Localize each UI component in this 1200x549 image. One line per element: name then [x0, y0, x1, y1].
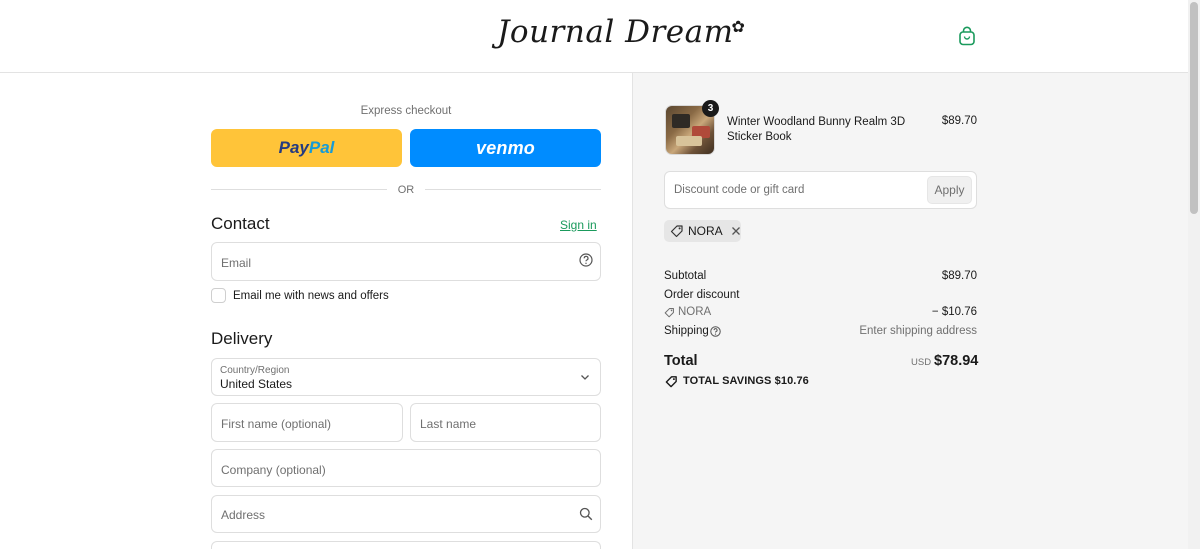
paypal-button[interactable]: Pay Pal: [211, 129, 402, 167]
quantity-badge: 3: [702, 100, 719, 117]
help-circle-icon[interactable]: [579, 253, 593, 267]
store-logo-text: Journal Dream: [497, 14, 734, 50]
search-icon[interactable]: [579, 507, 593, 521]
discount-placeholder: Discount code or gift card: [674, 184, 805, 196]
discount-value: − $10.76: [931, 306, 977, 318]
chevron-down-icon: [581, 375, 589, 380]
page-scrollbar[interactable]: [1188, 0, 1200, 549]
total-label: Total: [664, 353, 698, 369]
country-value: United States: [220, 377, 293, 391]
next-field-partial[interactable]: [211, 541, 601, 549]
last-name-placeholder: Last name: [420, 417, 477, 431]
discount-code-label: NORA: [678, 306, 712, 318]
total-savings: TOTAL SAVINGS $10.76: [683, 375, 809, 387]
total-value: $78.94: [934, 353, 979, 369]
venmo-button[interactable]: venmo: [410, 129, 601, 167]
country-select[interactable]: Country/Region United States: [211, 358, 601, 396]
paypal-pal-text: Pal: [308, 138, 335, 157]
subtotal-value: $89.70: [941, 270, 977, 282]
help-circle-icon[interactable]: [710, 326, 721, 337]
last-name-field[interactable]: Last name: [410, 403, 601, 442]
paypal-pay-text: Pay: [278, 138, 309, 157]
first-name-placeholder: First name (optional): [221, 417, 332, 431]
applied-code-text: NORA: [688, 224, 723, 238]
company-placeholder: Company (optional): [221, 463, 326, 477]
newsletter-checkbox[interactable]: [211, 288, 226, 303]
applied-discount-chip: NORA: [664, 220, 741, 242]
delivery-heading: Delivery: [211, 329, 273, 348]
total-savings-label: TOTAL SAVINGS: [683, 375, 772, 387]
savings-tag-icon: [665, 376, 677, 388]
store-logo[interactable]: Journal Dream✿: [497, 14, 747, 50]
country-label: Country/Region: [220, 365, 290, 376]
company-field[interactable]: Company (optional): [211, 449, 601, 487]
contact-heading: Contact: [211, 214, 270, 233]
tag-icon: [664, 308, 674, 318]
tag-icon: [670, 225, 683, 238]
express-checkout-label: Express checkout: [360, 105, 452, 117]
shopping-bag-icon[interactable]: [958, 26, 976, 46]
divider-right: [425, 189, 601, 190]
currency-code: USD: [911, 357, 932, 368]
address-field[interactable]: Address: [211, 495, 601, 533]
shipping-value: Enter shipping address: [859, 325, 977, 337]
order-discount-label: Order discount: [664, 289, 740, 301]
first-name-field[interactable]: First name (optional): [211, 403, 403, 442]
remove-discount-icon[interactable]: [731, 226, 741, 236]
email-field[interactable]: Email: [211, 242, 601, 281]
divider-left: [211, 189, 387, 190]
address-placeholder: Address: [221, 508, 266, 522]
scrollbar-thumb[interactable]: [1190, 2, 1198, 214]
flower-icon: ✿: [731, 17, 746, 36]
product-price: $89.70: [941, 115, 977, 127]
newsletter-label: Email me with news and offers: [233, 290, 389, 302]
apply-discount-button[interactable]: Apply: [927, 176, 972, 204]
shipping-label: Shipping: [664, 325, 709, 337]
subtotal-label: Subtotal: [664, 270, 707, 282]
sign-in-link[interactable]: Sign in: [560, 218, 597, 232]
site-header: Journal Dream✿: [0, 0, 1188, 73]
email-placeholder: Email: [221, 256, 252, 270]
total-savings-value: $10.76: [774, 375, 809, 387]
or-divider-label: OR: [397, 184, 415, 196]
